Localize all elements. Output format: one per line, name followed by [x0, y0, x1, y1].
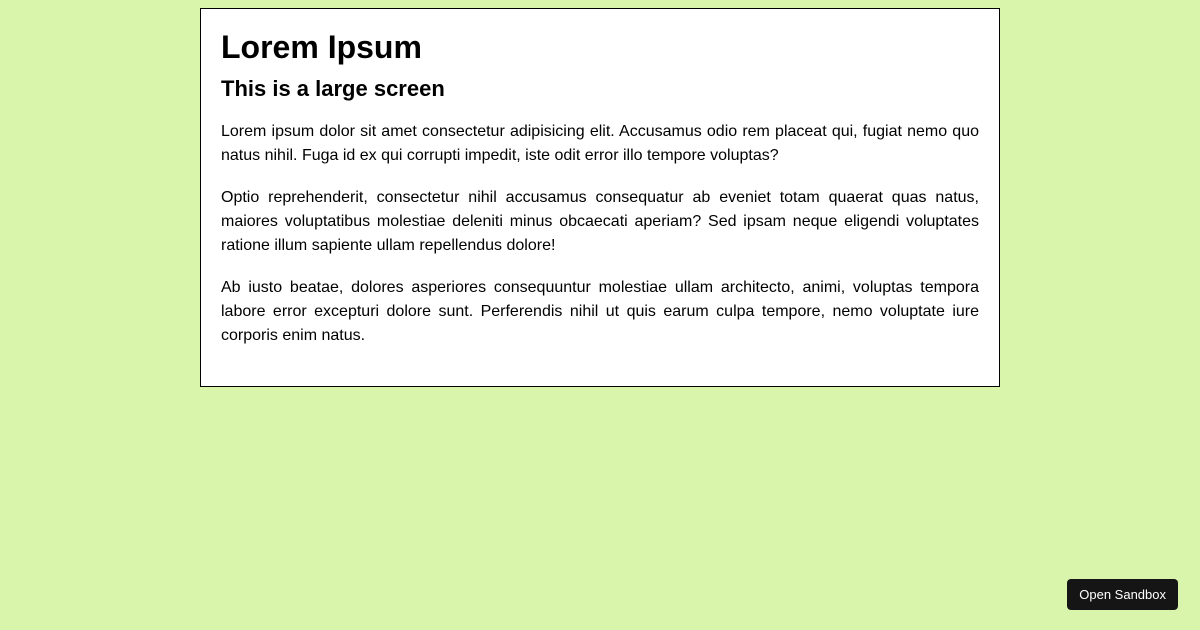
- page-title: Lorem Ipsum: [221, 29, 979, 66]
- page-subtitle: This is a large screen: [221, 76, 979, 102]
- paragraph-text: Lorem ipsum dolor sit amet consectetur a…: [221, 120, 979, 168]
- paragraph-text: Optio reprehenderit, consectetur nihil a…: [221, 186, 979, 258]
- content-card: Lorem Ipsum This is a large screen Lorem…: [200, 8, 1000, 387]
- open-sandbox-button[interactable]: Open Sandbox: [1067, 579, 1178, 610]
- paragraph-text: Ab iusto beatae, dolores asperiores cons…: [221, 276, 979, 348]
